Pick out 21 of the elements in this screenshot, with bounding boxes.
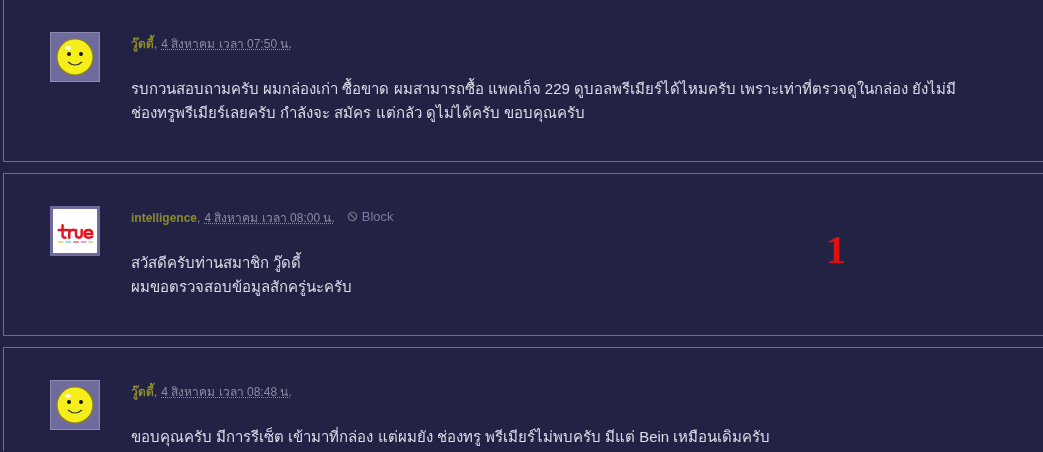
author-link[interactable]: วู๊ดดี้	[131, 34, 154, 53]
block-link[interactable]: Block	[346, 209, 394, 224]
block-icon	[346, 211, 358, 222]
message-text: รบกวนสอบถามครับ ผมกล่องเก่า ซื้อขาด ผมสามารถซื้อ แพคเก็จ 229 ดูบอลพรีเมียร์ได้ไหมครับ เพราะเท่าที่ตรวจดูในกล่อง ยังไม่มี ช่องทรูพรีเมียร์เลยครับ กำลังจะ สมัคร แต่กลัว ดูไม่ได้ครับ ขอบคุณครับ	[131, 77, 958, 125]
message-text: ผมขอตรวจสอบข้อมูลสักครู่นะครับ	[131, 277, 353, 298]
post-date[interactable]: 4 สิงหาคม เวลา 08:00 น.	[204, 208, 335, 227]
message-text: สวัสดีครับท่านสมาชิก วู๊ดดี้	[131, 251, 303, 274]
message-text: ขอบคุณครับ มีการรีเซ็ต เข้ามาที่กล่อง แต่ผมยัง ช่องทรู พรีเมียร์ไม่พบครับ มีแต่ Bein เหมือนเดิมครับ	[131, 426, 772, 449]
smiley-icon	[55, 385, 95, 425]
separator: ,	[154, 37, 158, 51]
post-date[interactable]: 4 สิงหาคม เวลา 07:50 น.	[161, 34, 292, 53]
annotation-number: 1	[826, 226, 846, 273]
separator: ,	[154, 385, 158, 399]
avatar[interactable]	[50, 380, 100, 430]
author-link[interactable]: intelligence	[131, 211, 198, 225]
post-date[interactable]: 4 สิงหาคม เวลา 08:48 น.	[161, 382, 292, 401]
author-link[interactable]: วู๊ดดี้	[131, 382, 154, 401]
smiley-icon	[55, 37, 95, 77]
separator: ,	[197, 211, 201, 225]
avatar[interactable]	[50, 32, 100, 82]
avatar[interactable]	[50, 206, 100, 256]
